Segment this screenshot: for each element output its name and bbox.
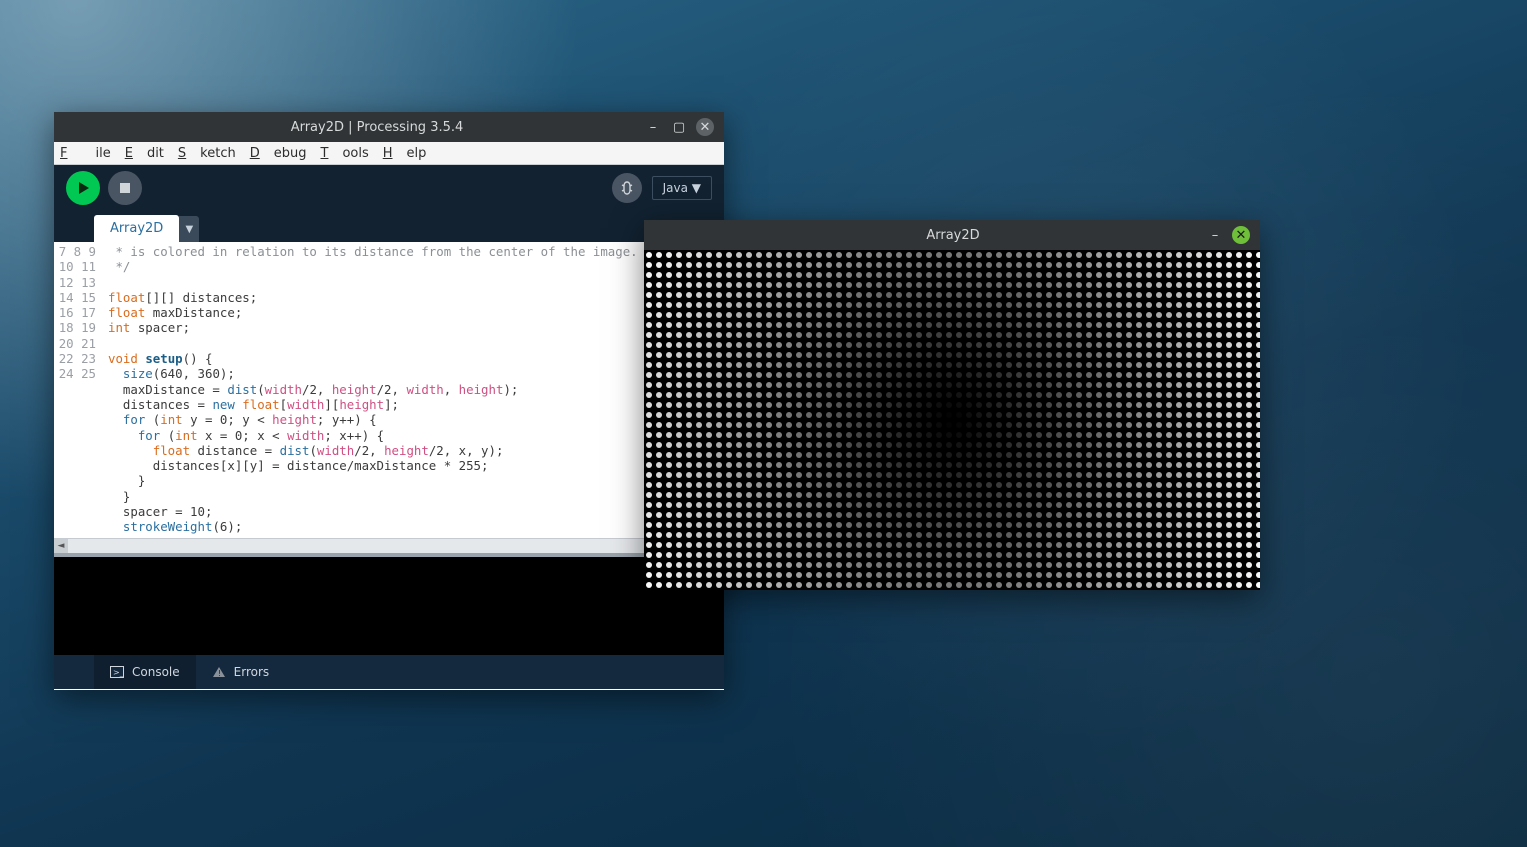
- tab-menu-icon[interactable]: ▼: [179, 216, 199, 242]
- svg-text:!: !: [218, 669, 221, 678]
- stop-button[interactable]: [108, 171, 142, 205]
- sketch-canvas: [644, 250, 1260, 590]
- desktop: Array2D | Processing 3.5.4 – ▢ ✕ File Ed…: [0, 0, 1527, 847]
- menu-file[interactable]: File: [60, 146, 111, 161]
- menu-edit[interactable]: Edit: [125, 146, 164, 161]
- menu-tools[interactable]: Tools: [320, 146, 368, 161]
- output-minimize-icon[interactable]: –: [1206, 226, 1224, 244]
- console-label: Console: [132, 665, 180, 679]
- maximize-icon[interactable]: ▢: [670, 118, 688, 136]
- horizontal-scrollbar[interactable]: ◄ ►: [54, 538, 724, 553]
- output-close-icon[interactable]: ✕: [1232, 226, 1250, 244]
- menu-debug[interactable]: Debug: [250, 146, 307, 161]
- code-area[interactable]: * is colored in relation to its distance…: [102, 242, 724, 538]
- tab-bar: Array2D ▼: [54, 210, 724, 242]
- code-editor[interactable]: 7 8 9 10 11 12 13 14 15 16 17 18 19 20 2…: [54, 242, 724, 538]
- menu-help[interactable]: Help: [383, 146, 427, 161]
- mode-selector[interactable]: Java ▼: [652, 176, 712, 200]
- tab-errors[interactable]: ! Errors: [196, 655, 286, 689]
- debugger-icon[interactable]: [612, 173, 642, 203]
- scroll-left-icon[interactable]: ◄: [54, 539, 68, 553]
- sketch-output-window: Array2D – ✕: [644, 220, 1260, 590]
- console-output: [54, 557, 724, 655]
- ide-titlebar[interactable]: Array2D | Processing 3.5.4 – ▢ ✕: [54, 112, 724, 142]
- bottom-tab-bar: >_ Console ! Errors: [54, 655, 724, 689]
- menu-sketch[interactable]: Sketch: [178, 146, 236, 161]
- run-button[interactable]: [66, 171, 100, 205]
- errors-label: Errors: [234, 665, 270, 679]
- minimize-icon[interactable]: –: [644, 118, 662, 136]
- output-title: Array2D: [704, 228, 1202, 243]
- toolbar: Java ▼: [54, 165, 724, 210]
- ide-title: Array2D | Processing 3.5.4: [114, 120, 640, 135]
- close-icon[interactable]: ✕: [696, 118, 714, 136]
- sketch-tab[interactable]: Array2D: [94, 215, 179, 242]
- menu-bar: File Edit Sketch Debug Tools Help: [54, 142, 724, 165]
- svg-text:>_: >_: [113, 668, 124, 677]
- processing-ide-window: Array2D | Processing 3.5.4 – ▢ ✕ File Ed…: [54, 112, 724, 690]
- tab-console[interactable]: >_ Console: [94, 655, 196, 689]
- line-gutter: 7 8 9 10 11 12 13 14 15 16 17 18 19 20 2…: [54, 242, 102, 538]
- output-titlebar[interactable]: Array2D – ✕: [644, 220, 1260, 250]
